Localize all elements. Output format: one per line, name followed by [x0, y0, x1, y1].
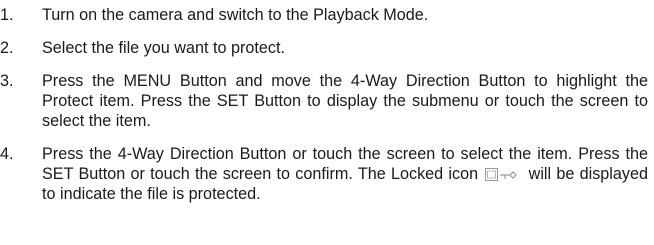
step-text: Turn on the camera and switch to the Pla… — [42, 6, 429, 24]
step-4: 4. Press the 4-Way Direction Button or t… — [0, 144, 654, 204]
step-text: Select the file you want to protect. — [42, 39, 285, 57]
step-text: Press the MENU Button and move the 4-Way… — [42, 72, 648, 130]
step-number: 4. — [0, 145, 14, 163]
step-number: 2. — [0, 39, 14, 57]
step-1: 1. Turn on the camera and switch to the … — [0, 5, 654, 25]
step-3: 3. Press the MENU Button and move the 4-… — [0, 71, 654, 131]
step-2: 2. Select the file you want to protect. — [0, 38, 654, 58]
locked-file-icon — [485, 166, 519, 181]
step-number: 3. — [0, 72, 14, 90]
instruction-list: 1. Turn on the camera and switch to the … — [0, 0, 654, 245]
step-number: 1. — [0, 6, 14, 24]
